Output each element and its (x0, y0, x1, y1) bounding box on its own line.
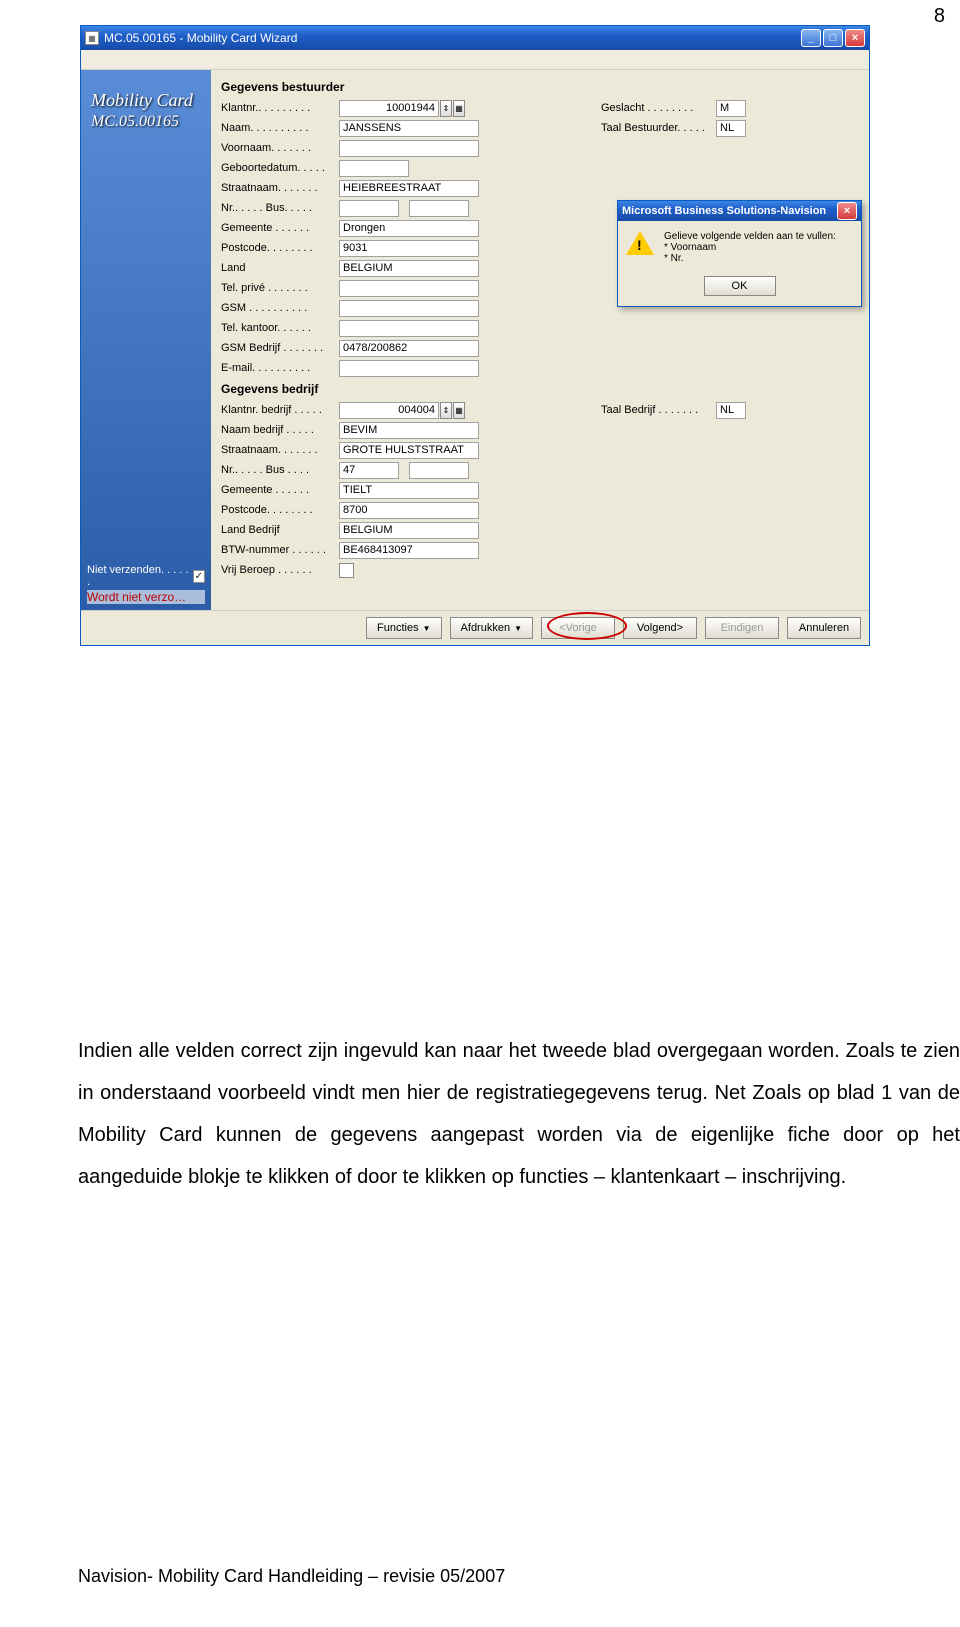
klantnr-input[interactable]: 10001944 (339, 100, 439, 117)
msgbox-ok-button[interactable]: OK (704, 276, 776, 296)
co-taal-input[interactable]: NL (716, 402, 746, 419)
sidebar-title-1: Mobility Card (91, 90, 201, 111)
taal-label: Taal Bestuurder. . . . . (601, 122, 716, 134)
bus-input[interactable] (409, 200, 469, 217)
warning-dialog: Microsoft Business Solutions-Navision × … (617, 200, 862, 307)
afdrukken-button[interactable]: Afdrukken▼ (450, 617, 533, 639)
chevron-down-icon: ▼ (423, 624, 431, 633)
telkantoor-input[interactable] (339, 320, 479, 337)
gemeente-input[interactable]: Drongen (339, 220, 479, 237)
maximize-button[interactable]: □ (823, 29, 843, 47)
co-gemeente-input[interactable]: TIELT (339, 482, 479, 499)
co-straat-label: Straatnaam. . . . . . . (221, 444, 339, 456)
co-vrijberoep-checkbox[interactable] (339, 563, 354, 578)
warning-icon (626, 231, 654, 259)
form-area: Gegevens bestuurder Klantnr.. . . . . . … (211, 70, 869, 610)
co-klantnr-lookup[interactable]: ▦ (453, 402, 465, 419)
msgbox-title: Microsoft Business Solutions-Navision (622, 205, 826, 217)
klantnr-spin[interactable]: ⇕ (440, 100, 452, 117)
driver-heading: Gegevens bestuurder (221, 80, 859, 94)
co-klantnr-input[interactable]: 004004 (339, 402, 439, 419)
co-vrijberoep-label: Vrij Beroep . . . . . . (221, 564, 339, 576)
window-title: MC.05.00165 - Mobility Card Wizard (104, 31, 297, 45)
straat-label: Straatnaam. . . . . . . (221, 182, 339, 194)
co-taal-label: Taal Bedrijf . . . . . . . (601, 404, 716, 416)
co-nrbus-label: Nr.. . . . . Bus . . . . (221, 464, 339, 476)
co-klantnr-label: Klantnr. bedrijf . . . . . (221, 404, 339, 416)
co-naam-input[interactable]: BEVIM (339, 422, 479, 439)
geboorte-input[interactable] (339, 160, 409, 177)
co-postcode-input[interactable]: 8700 (339, 502, 479, 519)
land-input[interactable]: BELGIUM (339, 260, 479, 277)
toolbar (81, 50, 869, 70)
geboorte-label: Geboortedatum. . . . . (221, 162, 339, 174)
gsm-label: GSM . . . . . . . . . . (221, 302, 339, 314)
telprive-label: Tel. privé . . . . . . . (221, 282, 339, 294)
minimize-button[interactable]: _ (801, 29, 821, 47)
sidebar-title-2: MC.05.00165 (91, 113, 201, 131)
land-label: Land (221, 262, 339, 274)
eindigen-button[interactable]: Eindigen (705, 617, 779, 639)
klantnr-lookup[interactable]: ▦ (453, 100, 465, 117)
msgbox-close-button[interactable]: × (837, 202, 857, 220)
niet-verzenden-label: Niet verzenden. . . . . . (87, 564, 189, 588)
vorige-button[interactable]: <Vorige (541, 617, 615, 639)
gemeente-label: Gemeente . . . . . . (221, 222, 339, 234)
co-land-input[interactable]: BELGIUM (339, 522, 479, 539)
straat-input[interactable]: HEIEBREESTRAAT (339, 180, 479, 197)
co-postcode-label: Postcode. . . . . . . . (221, 504, 339, 516)
co-bus-input[interactable] (409, 462, 469, 479)
niet-verzenden-warning: Wordt niet verzo… (87, 590, 205, 604)
email-label: E-mail. . . . . . . . . . (221, 362, 339, 374)
geslacht-input[interactable]: M (716, 100, 746, 117)
niet-verzenden-checkbox[interactable]: ✓ (193, 570, 205, 583)
co-straat-input[interactable]: GROTE HULSTSTRAAT (339, 442, 479, 459)
co-gemeente-label: Gemeente . . . . . . (221, 484, 339, 496)
co-btw-input[interactable]: BE468413097 (339, 542, 479, 559)
co-land-label: Land Bedrijf (221, 524, 339, 536)
gsmbedrijf-input[interactable]: 0478/200862 (339, 340, 479, 357)
taal-input[interactable]: NL (716, 120, 746, 137)
klantnr-label: Klantnr.. . . . . . . . . (221, 102, 339, 114)
telprive-input[interactable] (339, 280, 479, 297)
titlebar: ▦ MC.05.00165 - Mobility Card Wizard _ □… (81, 26, 869, 50)
nrbus-label: Nr.. . . . . Bus. . . . . (221, 202, 339, 214)
gsm-input[interactable] (339, 300, 479, 317)
app-icon: ▦ (85, 31, 99, 45)
volgend-button[interactable]: Volgend> (623, 617, 697, 639)
sidebar: Mobility Card MC.05.00165 Niet verzenden… (81, 70, 211, 610)
button-bar: Functies▼ Afdrukken▼ <Vorige Volgend> Ei… (81, 610, 869, 645)
co-nr-input[interactable]: 47 (339, 462, 399, 479)
email-input[interactable] (339, 360, 479, 377)
telkantoor-label: Tel. kantoor. . . . . . (221, 322, 339, 334)
naam-label: Naam. . . . . . . . . . (221, 122, 339, 134)
naam-input[interactable]: JANSSENS (339, 120, 479, 137)
wizard-window: ▦ MC.05.00165 - Mobility Card Wizard _ □… (80, 25, 870, 646)
co-btw-label: BTW-nummer . . . . . . (221, 544, 339, 556)
gsmbedrijf-label: GSM Bedrijf . . . . . . . (221, 342, 339, 354)
page-number: 8 (934, 5, 945, 28)
chevron-down-icon: ▼ (514, 624, 522, 633)
postcode-label: Postcode. . . . . . . . (221, 242, 339, 254)
company-heading: Gegevens bedrijf (221, 382, 859, 396)
footer-text: Navision- Mobility Card Handleiding – re… (78, 1566, 505, 1587)
postcode-input[interactable]: 9031 (339, 240, 479, 257)
geslacht-label: Geslacht . . . . . . . . (601, 102, 716, 114)
body-paragraph: Indien alle velden correct zijn ingevuld… (78, 1030, 960, 1198)
close-button[interactable]: × (845, 29, 865, 47)
functies-button[interactable]: Functies▼ (366, 617, 442, 639)
voornaam-label: Voornaam. . . . . . . (221, 142, 339, 154)
voornaam-input[interactable] (339, 140, 479, 157)
co-klantnr-spin[interactable]: ⇕ (440, 402, 452, 419)
msgbox-text: Gelieve volgende velden aan te vullen: *… (664, 231, 836, 264)
nr-input[interactable] (339, 200, 399, 217)
annuleren-button[interactable]: Annuleren (787, 617, 861, 639)
co-naam-label: Naam bedrijf . . . . . (221, 424, 339, 436)
